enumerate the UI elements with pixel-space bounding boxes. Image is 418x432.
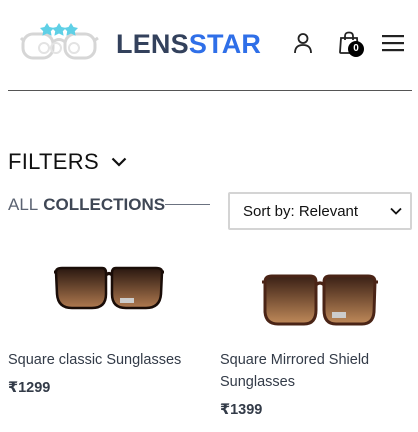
product-price: ₹1299 (8, 380, 51, 396)
collections-all-label: ALL (8, 195, 39, 214)
brand-part-1: LENS (116, 29, 189, 59)
collections-divider-line (165, 204, 210, 205)
product-image[interactable] (262, 272, 378, 330)
brand-name[interactable]: LENSSTAR (116, 28, 261, 60)
user-icon[interactable] (290, 30, 316, 56)
sort-selected-value: Sort by: Relevant (243, 202, 359, 220)
collections-heading: ALL COLLECTIONS (8, 194, 165, 216)
filters-toggle[interactable]: FILTERS (8, 148, 127, 176)
hamburger-menu-icon[interactable] (380, 30, 406, 56)
collections-name-label: COLLECTIONS (43, 195, 166, 214)
header-divider (8, 90, 412, 91)
product-price: ₹1399 (220, 402, 263, 418)
cart-count-badge: 0 (348, 41, 364, 57)
site-header: LENSSTAR 0 (0, 0, 418, 91)
product-name[interactable]: Square classic Sunglasses (8, 349, 208, 371)
cart-button[interactable]: 0 (336, 30, 364, 57)
product-name[interactable]: Square Mirrored Shield Sunglasses (220, 349, 418, 393)
header-actions: 0 (290, 30, 406, 57)
chevron-down-icon (390, 207, 404, 215)
filters-label: FILTERS (8, 149, 99, 174)
brand-part-2: STAR (188, 29, 262, 59)
logo-glasses-icon[interactable] (19, 20, 100, 68)
product-image[interactable] (54, 264, 164, 314)
sort-select[interactable]: Sort by: Relevant (228, 192, 412, 230)
chevron-down-icon (111, 157, 127, 167)
